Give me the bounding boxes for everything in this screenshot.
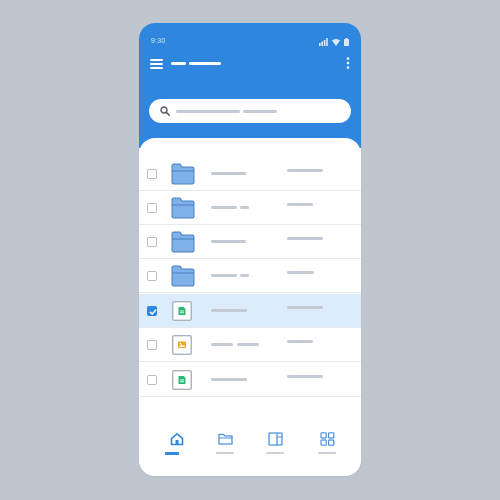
nav-panel[interactable] <box>263 432 287 458</box>
file-meta-placeholder <box>287 237 323 240</box>
file-meta-placeholder <box>287 169 323 172</box>
list-item[interactable] <box>139 363 361 397</box>
bottom-nav <box>139 418 361 476</box>
wifi-icon <box>332 39 340 46</box>
file-name-placeholder <box>211 378 247 381</box>
nav-home-indicator <box>165 452 179 455</box>
file-name-placeholder <box>211 343 233 346</box>
file-meta-placeholder <box>287 375 323 378</box>
document-file-icon <box>172 301 192 321</box>
search-input[interactable] <box>149 99 351 123</box>
nav-grid-indicator <box>318 452 336 454</box>
checkbox[interactable] <box>147 375 157 385</box>
panel-icon <box>268 432 283 446</box>
title-placeholder-long <box>189 62 221 65</box>
checkbox-checked[interactable] <box>147 306 157 316</box>
title-placeholder-short <box>171 62 186 65</box>
list-item[interactable] <box>139 225 361 259</box>
checkbox[interactable] <box>147 203 157 213</box>
signal-icon <box>319 38 328 46</box>
checkbox[interactable] <box>147 237 157 247</box>
file-meta-placeholder <box>287 203 313 206</box>
file-meta-placeholder <box>287 340 313 343</box>
app-bar: 9:30 <box>139 23 361 148</box>
file-name-placeholder <box>240 274 249 277</box>
list-item[interactable] <box>139 191 361 225</box>
checkbox[interactable] <box>147 340 157 350</box>
folder-icon <box>171 163 195 185</box>
file-meta-placeholder <box>287 306 323 309</box>
checkbox[interactable] <box>147 169 157 179</box>
nav-grid[interactable] <box>315 432 339 458</box>
phone-screen: 9:30 <box>139 23 361 476</box>
folder-icon <box>218 433 233 445</box>
home-icon <box>170 433 184 446</box>
file-meta-placeholder <box>287 271 314 274</box>
file-name-placeholder <box>211 206 237 209</box>
more-options-icon[interactable] <box>345 56 351 70</box>
list-item[interactable] <box>139 157 361 191</box>
file-name-placeholder <box>211 172 246 175</box>
battery-icon <box>344 38 349 46</box>
list-item[interactable] <box>139 294 361 328</box>
file-name-placeholder <box>211 274 237 277</box>
folder-icon <box>171 265 195 287</box>
search-bar[interactable] <box>149 99 351 123</box>
list-item[interactable] <box>139 328 361 362</box>
document-file-icon <box>172 370 192 390</box>
checkmark-icon <box>149 309 157 315</box>
checkbox[interactable] <box>147 271 157 281</box>
file-name-placeholder <box>211 240 246 243</box>
nav-home[interactable] <box>165 432 189 458</box>
nav-panel-indicator <box>266 452 284 454</box>
folder-icon <box>171 231 195 253</box>
file-name-placeholder <box>237 343 259 346</box>
file-name-placeholder <box>240 206 249 209</box>
nav-folders[interactable] <box>213 432 237 458</box>
status-time: 9:30 <box>151 38 166 45</box>
image-file-icon <box>172 335 192 355</box>
file-name-placeholder <box>211 309 247 312</box>
nav-folders-indicator <box>216 452 234 454</box>
folder-icon <box>171 197 195 219</box>
list-item[interactable] <box>139 259 361 293</box>
grid-icon <box>320 432 335 446</box>
menu-icon[interactable] <box>150 58 164 70</box>
